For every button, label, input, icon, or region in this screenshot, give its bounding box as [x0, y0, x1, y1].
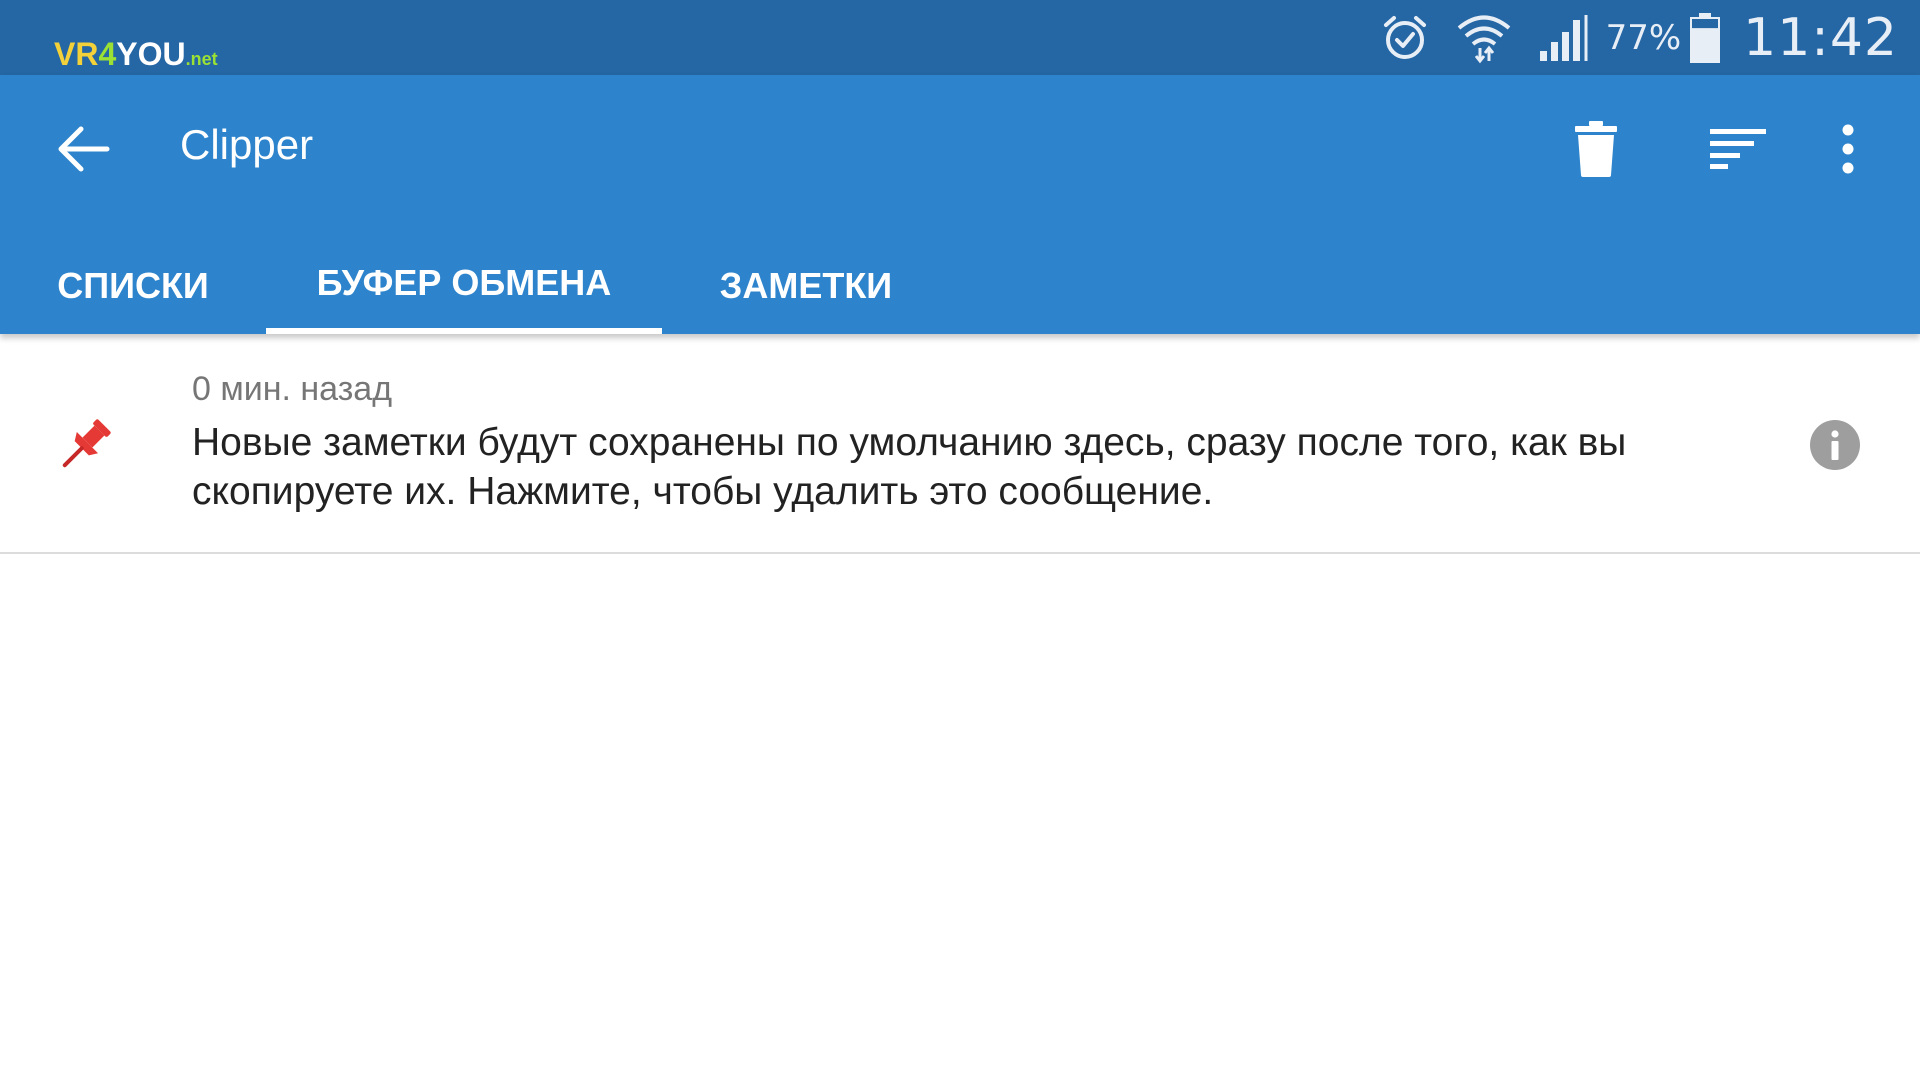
watermark-part-1: VR [54, 36, 99, 72]
signal-icon [1538, 13, 1588, 63]
clip-list-item[interactable]: 0 мин. назад Новые заметки будут сохране… [0, 334, 1920, 554]
status-indicators: 77% 11:42 [1380, 0, 1898, 75]
status-bar: VR4YOU.net 77% 11:42 [0, 0, 1920, 75]
watermark-logo: VR4YOU.net [54, 34, 218, 79]
more-vertical-icon [1842, 124, 1854, 174]
tab-bar: СПИСКИ БУФЕР ОБМЕНА ЗАМЕТКИ [0, 237, 1920, 334]
battery-icon [1689, 12, 1721, 64]
clock: 11:42 [1743, 7, 1898, 68]
watermark-part-2: 4 [98, 36, 117, 72]
sort-icon [1710, 129, 1766, 169]
battery-percent: 77% [1605, 17, 1682, 58]
wifi-icon [1456, 11, 1512, 65]
clip-info-button[interactable] [1810, 420, 1860, 470]
delete-icon [1575, 121, 1617, 177]
tab-clipboard[interactable]: БУФЕР ОБМЕНА [266, 237, 662, 334]
alarm-icon [1380, 13, 1430, 63]
more-options-button[interactable] [1808, 113, 1888, 185]
info-icon [1831, 430, 1839, 460]
app-bar: Clipper СПИСКИ БУФЕР ОБМЕНА ЗАМЕТКИ [0, 75, 1920, 334]
clip-timestamp: 0 мин. назад [192, 370, 393, 408]
delete-button[interactable] [1556, 113, 1636, 185]
clip-text: Новые заметки будут сохранены по умолчан… [192, 421, 1627, 513]
pin-icon [62, 419, 111, 468]
tab-lists[interactable]: СПИСКИ [28, 237, 238, 334]
watermark-part-4: .net [185, 49, 218, 69]
app-title: Clipper [180, 121, 314, 168]
watermark-part-3: YOU [116, 36, 186, 72]
back-button[interactable] [42, 113, 126, 185]
arrow-back-icon [58, 126, 110, 172]
sort-button[interactable] [1698, 113, 1778, 185]
tab-notes[interactable]: ЗАМЕТКИ [690, 237, 922, 334]
